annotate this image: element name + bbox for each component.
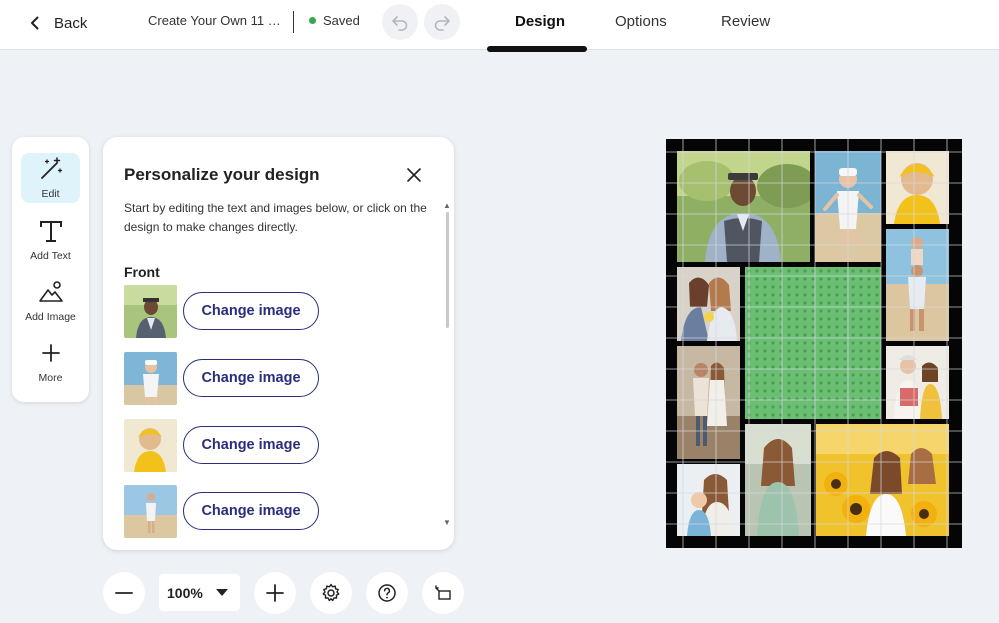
change-image-button[interactable]: Change image [183, 492, 319, 530]
active-tab-indicator [487, 46, 587, 52]
photo-thumbnail[interactable] [124, 285, 177, 338]
magic-wand-icon [40, 157, 62, 179]
empty-photo-slot[interactable] [745, 267, 881, 419]
rail-item-edit[interactable]: Edit [21, 153, 80, 203]
gear-icon [322, 583, 340, 602]
collage-photo-image [886, 229, 949, 341]
photo-thumbnail[interactable] [124, 419, 177, 472]
zoom-in-button[interactable] [254, 572, 296, 614]
tab-review[interactable]: Review [721, 13, 770, 30]
design-canvas[interactable] [666, 139, 962, 548]
back-label: Back [54, 14, 88, 32]
collage-photo-sunflowers[interactable] [816, 424, 949, 536]
crop-icon [435, 585, 451, 600]
collage-photo-women-hug[interactable] [677, 267, 740, 341]
undo-icon [392, 16, 408, 31]
save-status: Saved [309, 13, 360, 28]
question-icon [378, 584, 396, 602]
collage-photo-image [677, 267, 740, 341]
collage-photo-image [677, 464, 740, 536]
change-image-button[interactable]: Change image [183, 426, 319, 464]
collage-photo-couple[interactable] [677, 346, 740, 459]
scroll-up-arrow-icon[interactable]: ▲ [443, 201, 451, 210]
personalize-panel: Personalize your design Start by editing… [103, 137, 454, 550]
rail-item-more[interactable]: More [21, 337, 80, 387]
collage-photo-image [816, 424, 949, 536]
collage-photo-image [886, 346, 949, 419]
minus-icon [115, 592, 133, 594]
saved-dot-icon [309, 17, 316, 24]
redo-button[interactable] [424, 4, 460, 40]
undo-button[interactable] [382, 4, 418, 40]
image-row: Change image [124, 285, 319, 338]
plus-icon [41, 344, 60, 362]
help-button[interactable] [366, 572, 408, 614]
caret-down-icon [216, 589, 228, 596]
tab-design[interactable]: Design [515, 13, 565, 30]
panel-title: Personalize your design [124, 165, 320, 184]
redo-icon [434, 16, 450, 31]
collage-photo-beach-shoulders[interactable] [886, 229, 949, 341]
plus-icon [266, 584, 284, 602]
settings-button[interactable] [310, 572, 352, 614]
zoom-value: 100% [167, 584, 203, 601]
panel-description: Start by editing the text and images bel… [124, 201, 427, 234]
zoom-out-button[interactable] [103, 572, 145, 614]
rail-label-add-image: Add Image [25, 311, 76, 323]
collage-photo-image [886, 151, 949, 224]
photo-thumbnail-image [124, 352, 177, 405]
halftone-pattern [745, 267, 881, 419]
document-title[interactable]: Create Your Own 11 Ph... [148, 13, 284, 28]
text-icon [39, 221, 62, 242]
top-bar: Back Create Your Own 11 Ph... Saved Desi… [0, 0, 999, 52]
collage-photo-image [745, 424, 811, 536]
scroll-down-arrow-icon[interactable]: ▼ [443, 518, 451, 527]
photo-thumbnail-image [124, 485, 177, 538]
section-label-front: Front [124, 264, 160, 280]
change-image-button[interactable]: Change image [183, 359, 319, 397]
save-status-label: Saved [323, 13, 360, 28]
photo-thumbnail[interactable] [124, 485, 177, 538]
photo-thumbnail-image [124, 285, 177, 338]
collage-photo-grandma-girl[interactable] [886, 346, 949, 419]
photo-thumbnail[interactable] [124, 352, 177, 405]
image-row: Change image [124, 352, 319, 405]
collage-photo-baby-yellow[interactable] [886, 151, 949, 224]
photo-thumbnail-image [124, 419, 177, 472]
collage-photo-image [677, 151, 810, 262]
collage-photo-woman-laughing[interactable] [745, 424, 811, 536]
collage-photo-image [815, 151, 881, 262]
crop-button[interactable] [422, 572, 464, 614]
change-image-button[interactable]: Change image [183, 292, 319, 330]
image-row: Change image [124, 419, 319, 472]
collage-photo-toddler[interactable] [815, 151, 881, 262]
rail-item-add-text[interactable]: Add Text [21, 215, 80, 265]
panel-scrollbar[interactable] [446, 212, 449, 328]
chevron-left-icon [31, 16, 39, 30]
back-button[interactable]: Back [28, 12, 87, 34]
tool-rail: Edit Add Text Add Image More [12, 137, 89, 402]
title-divider [293, 11, 294, 33]
collage-photo-mother-baby[interactable] [677, 464, 740, 536]
rail-item-add-image[interactable]: Add Image [21, 276, 80, 326]
image-icon [38, 281, 63, 302]
tab-options[interactable]: Options [615, 13, 667, 30]
collage-photo-grandfather[interactable] [677, 151, 810, 262]
rail-label-add-text: Add Text [30, 250, 71, 262]
zoom-select[interactable]: 100% [159, 574, 240, 611]
rail-label-more: More [38, 372, 63, 384]
rail-label-edit: Edit [41, 188, 60, 200]
collage-photo-image [677, 346, 740, 459]
close-icon[interactable] [406, 167, 422, 183]
image-row: Change image [124, 485, 319, 538]
